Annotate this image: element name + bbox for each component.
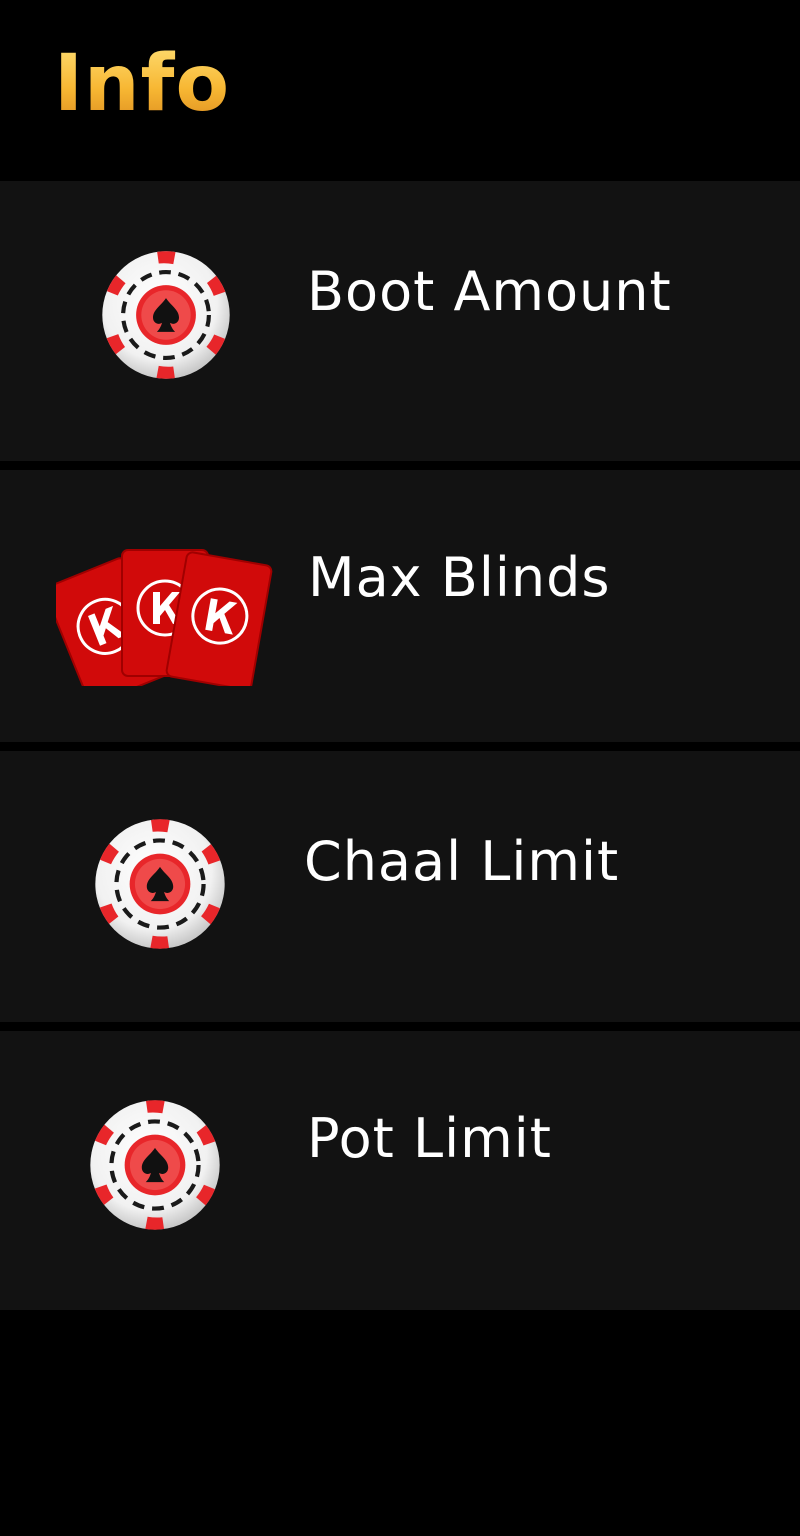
info-row-label: Boot Amount	[307, 260, 672, 323]
info-row-label: Max Blinds	[308, 546, 611, 609]
page-title: Info	[54, 36, 230, 132]
info-row-chaal-limit[interactable]: Chaal Limit	[0, 751, 800, 1022]
poker-chip-icon	[101, 250, 231, 380]
info-row-max-blinds[interactable]: Max Blinds	[0, 470, 800, 742]
poker-chip-icon	[94, 818, 226, 950]
playing-cards-icon	[56, 548, 274, 686]
info-row-label: Chaal Limit	[304, 830, 620, 893]
header: Info	[0, 0, 800, 180]
info-row-boot-amount[interactable]: Boot Amount	[0, 181, 800, 461]
poker-chip-icon	[89, 1098, 221, 1232]
info-row-pot-limit[interactable]: Pot Limit	[0, 1031, 800, 1310]
info-row-label: Pot Limit	[307, 1107, 552, 1170]
